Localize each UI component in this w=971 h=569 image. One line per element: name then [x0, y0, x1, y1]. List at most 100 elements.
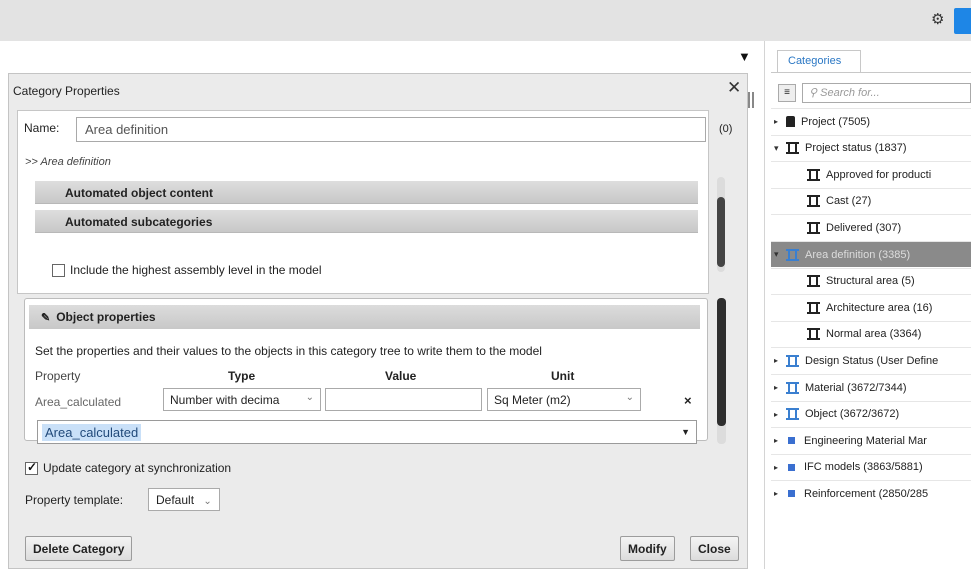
category-icon	[807, 301, 820, 314]
category-icon	[807, 195, 820, 208]
column-value: Value	[385, 369, 417, 383]
tree-item-label: Cast (27)	[826, 195, 872, 208]
name-field[interactable]	[76, 117, 706, 142]
tree-item-label: Normal area (3364)	[826, 328, 922, 341]
expand-icon[interactable]: ▸	[774, 383, 784, 392]
category-icon-blue	[786, 354, 799, 367]
modify-button[interactable]: Modify	[620, 536, 675, 561]
tree-item[interactable]: Delivered (307)	[771, 214, 971, 240]
object-properties-title: Object properties	[56, 310, 156, 324]
category-icon	[807, 168, 820, 181]
include-highest-assembly-option[interactable]: Include the highest assembly level in th…	[52, 263, 321, 277]
properties-scrollbar-thumb[interactable]	[717, 298, 726, 426]
tree-item-label: Architecture area (16)	[826, 301, 933, 314]
close-icon[interactable]: ✕	[727, 78, 741, 98]
tree-item-label: Area definition (3385)	[805, 248, 911, 261]
expand-icon[interactable]: ▸	[774, 410, 784, 419]
category-search-input[interactable]: ⚲ Search for...	[802, 83, 971, 103]
expand-icon[interactable]: ▸	[774, 356, 784, 365]
update-at-sync-checkbox[interactable]	[25, 460, 38, 475]
tree-item[interactable]: ▸ Engineering Material Mar	[771, 427, 971, 453]
collapse-all-button[interactable]: ≡	[778, 84, 796, 102]
column-type: Type	[228, 369, 256, 383]
property-template-select[interactable]: Default ⌄	[148, 488, 220, 511]
close-button[interactable]: Close	[690, 536, 739, 561]
tree-item-label: IFC models (3863/5881)	[804, 461, 923, 474]
automated-subcategories-header[interactable]: Automated subcategories	[35, 210, 698, 233]
tree-item[interactable]: ▾ Project status (1837)	[771, 134, 971, 161]
tree-item-label: Reinforcement (2850/285	[804, 487, 929, 500]
search-placeholder: Search for...	[820, 87, 880, 99]
update-at-sync-option[interactable]: Update category at synchronization	[25, 460, 232, 475]
tree-item-label: Approved for producti	[826, 168, 932, 181]
category-icon	[786, 142, 799, 155]
property-combo[interactable]: Area_calculated ▼	[37, 420, 697, 444]
expand-icon[interactable]: ▸	[774, 117, 784, 126]
tree-item[interactable]: ▸ Reinforcement (2850/285	[771, 480, 971, 506]
gear-icon[interactable]: ⚙	[931, 12, 947, 28]
expand-icon[interactable]: ▸	[774, 436, 784, 445]
tree-item-label: Design Status (User Define	[805, 354, 939, 367]
unit-select[interactable]: Sq Meter (m2) ⌄	[487, 388, 641, 411]
tree-item[interactable]: ▸ Material (3672/7344)	[771, 374, 971, 400]
expand-icon[interactable]: ▸	[774, 463, 784, 472]
property-template-value: Default	[156, 493, 195, 507]
project-icon	[786, 116, 795, 127]
tree-item[interactable]: ▸ Project (7505)	[771, 108, 971, 134]
tree-item[interactable]: ▸ IFC models (3863/5881)	[771, 453, 971, 480]
panel-divider[interactable]	[764, 41, 765, 569]
tree-item[interactable]: ▸ Design Status (User Define	[771, 347, 971, 373]
category-icon	[807, 221, 820, 234]
category-icon	[807, 328, 820, 341]
breadcrumb: >> Area definition	[25, 156, 111, 168]
tree-item-label: Engineering Material Mar	[804, 434, 927, 447]
include-highest-checkbox[interactable]	[52, 263, 65, 277]
type-select[interactable]: Number with decima ⌄	[163, 388, 321, 411]
square-icon	[788, 490, 795, 498]
square-icon	[788, 463, 795, 471]
chevron-down-icon: ⌄	[625, 392, 634, 403]
splitter-handle[interactable]	[748, 92, 754, 108]
tree-item-label: Delivered (307)	[826, 221, 902, 234]
property-name: Area_calculated	[35, 395, 122, 409]
unit-select-value: Sq Meter (m2)	[494, 393, 571, 407]
tree-item-label: Project status (1837)	[805, 142, 907, 155]
tree-item-label: Material (3672/7344)	[805, 381, 907, 394]
category-tree: ▸ Project (7505) ▾ Project status (1837) App…	[771, 108, 971, 528]
tree-item[interactable]: Approved for producti	[771, 161, 971, 187]
properties-scrollbar[interactable]	[717, 298, 726, 444]
delete-category-button[interactable]: Delete Category	[25, 536, 133, 561]
automated-object-content-header[interactable]: Automated object content	[35, 181, 698, 204]
value-field[interactable]	[325, 388, 482, 411]
category-icon	[786, 248, 799, 261]
tree-item-label: Structural area (5)	[826, 275, 915, 288]
category-icon	[807, 275, 820, 288]
tree-item-label: Project (7505)	[801, 115, 871, 128]
top-toolbar: ⚙	[0, 0, 971, 41]
collapse-icon[interactable]: ▾	[774, 143, 784, 154]
expand-icon[interactable]: ▸	[774, 489, 784, 498]
name-label: Name:	[24, 121, 60, 135]
object-properties-description: Set the properties and their values to t…	[35, 344, 542, 358]
tree-item[interactable]: ▸ Object (3672/3672)	[771, 400, 971, 427]
delete-row-icon[interactable]: ×	[684, 393, 692, 408]
property-template-label: Property template:	[25, 493, 124, 507]
update-at-sync-label: Update category at synchronization	[43, 461, 232, 475]
tree-item[interactable]: Cast (27)	[771, 187, 971, 214]
category-icon-blue	[786, 408, 799, 421]
tree-item[interactable]: Normal area (3364)	[771, 320, 971, 347]
column-unit: Unit	[551, 369, 575, 383]
content-scrollbar[interactable]	[717, 177, 725, 272]
filter-dropdown-icon[interactable]: ▼	[738, 49, 751, 64]
chevron-down-icon: ⌄	[203, 496, 212, 507]
tree-item-label: Object (3672/3672)	[805, 408, 900, 421]
object-properties-header[interactable]: ✎ Object properties	[29, 305, 700, 329]
toolbar-accent-button[interactable]	[954, 8, 971, 34]
tab-categories[interactable]: Categories	[777, 50, 861, 72]
collapse-icon[interactable]: ▾	[774, 249, 784, 260]
tree-item[interactable]: Structural area (5)	[771, 267, 971, 294]
content-scrollbar-thumb[interactable]	[717, 197, 725, 267]
tree-item[interactable]: Architecture area (16)	[771, 294, 971, 320]
properties-icon: ✎	[41, 312, 51, 324]
tree-item[interactable]: ▾ Area definition (3385)	[771, 241, 971, 267]
